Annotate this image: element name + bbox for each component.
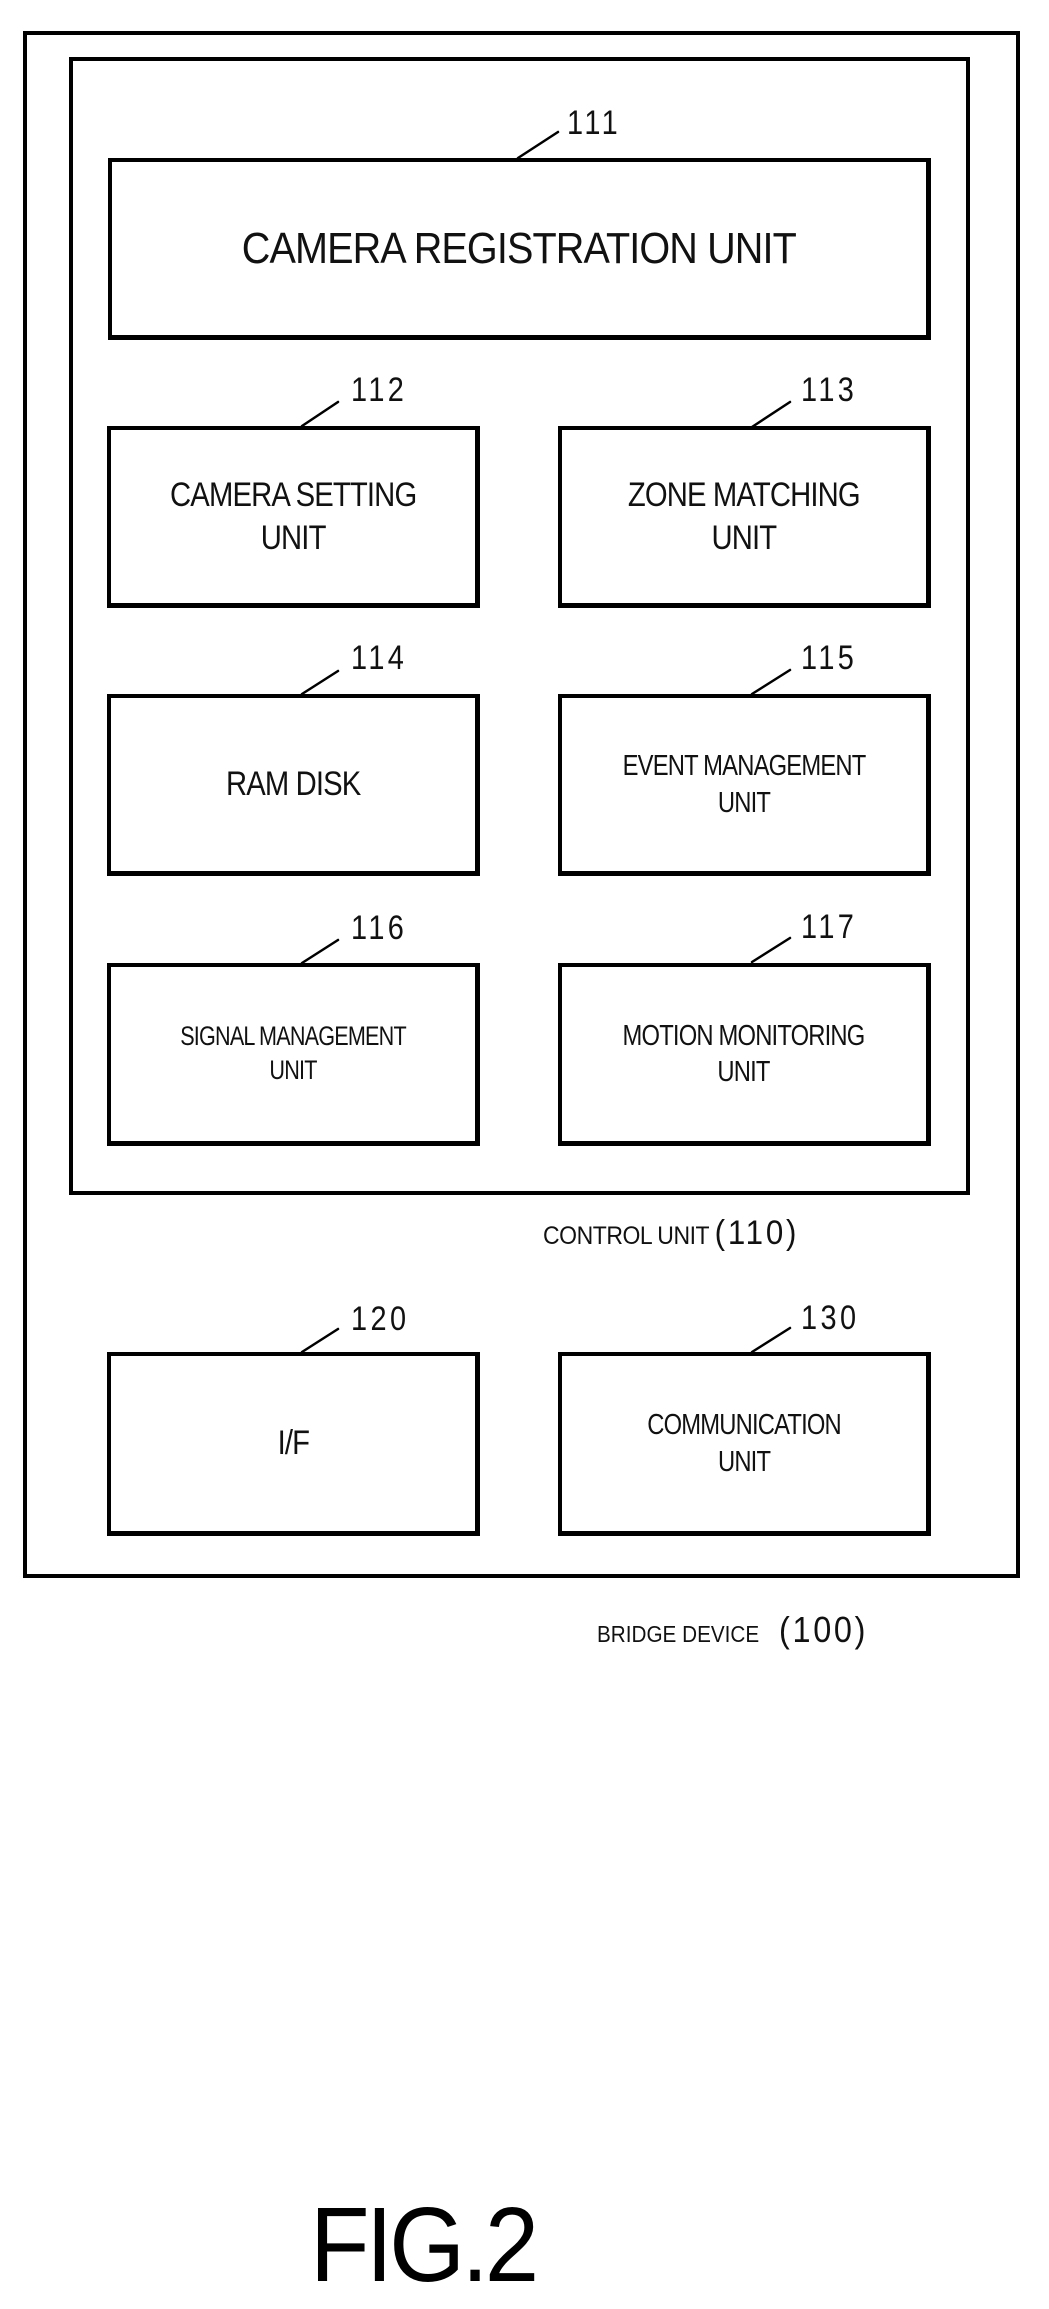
ref-number-112: 112 (351, 371, 408, 409)
ref-number-115: 115 (801, 639, 858, 677)
figure-label: FIG.2 (310, 2186, 539, 2304)
camera-registration-unit-label: CAMERA REGISTRATION UNIT (241, 224, 797, 273)
control-unit-ref: (110) (714, 1214, 800, 1252)
ram-disk-label: RAM DISK (225, 765, 361, 804)
ref-number-130: 130 (801, 1299, 860, 1337)
ref-number-120: 120 (351, 1300, 410, 1338)
camera-registration-unit-block: CAMERA REGISTRATION UNIT (108, 158, 931, 340)
zone-matching-unit-block: ZONE MATCHING UNIT (558, 426, 931, 608)
motion-monitoring-unit-block: MOTION MONITORING UNIT (558, 963, 931, 1146)
ref-number-117: 117 (801, 908, 858, 946)
interface-block: I/F (107, 1352, 480, 1536)
zone-matching-unit-label: ZONE MATCHING UNIT (628, 476, 861, 557)
event-management-unit-label: EVENT MANAGEMENT UNIT (622, 750, 867, 819)
camera-setting-unit-label: CAMERA SETTING UNIT (169, 476, 417, 557)
communication-unit-label: COMMUNICATION UNIT (647, 1409, 841, 1478)
ram-disk-block: RAM DISK (107, 694, 480, 876)
camera-setting-unit-block: CAMERA SETTING UNIT (107, 426, 480, 608)
signal-management-unit-block: SIGNAL MANAGEMENT UNIT (107, 963, 480, 1146)
interface-label: I/F (277, 1424, 309, 1463)
bridge-device-ref: (100) (778, 1609, 869, 1650)
bridge-device-name: BRIDGE DEVICE (597, 1621, 760, 1647)
ref-number-113: 113 (801, 371, 858, 409)
ref-number-111: 111 (567, 104, 622, 142)
event-management-unit-block: EVENT MANAGEMENT UNIT (558, 694, 931, 876)
control-unit-caption: CONTROL UNIT (110) (543, 1216, 799, 1250)
signal-management-unit-label: SIGNAL MANAGEMENT UNIT (180, 1021, 406, 1085)
ref-number-116: 116 (351, 909, 408, 947)
bridge-device-caption: BRIDGE DEVICE (100) (597, 1612, 868, 1648)
control-unit-name: CONTROL UNIT (543, 1222, 710, 1250)
ref-number-114: 114 (351, 639, 408, 677)
communication-unit-block: COMMUNICATION UNIT (558, 1352, 931, 1536)
motion-monitoring-unit-label: MOTION MONITORING UNIT (623, 1019, 866, 1088)
